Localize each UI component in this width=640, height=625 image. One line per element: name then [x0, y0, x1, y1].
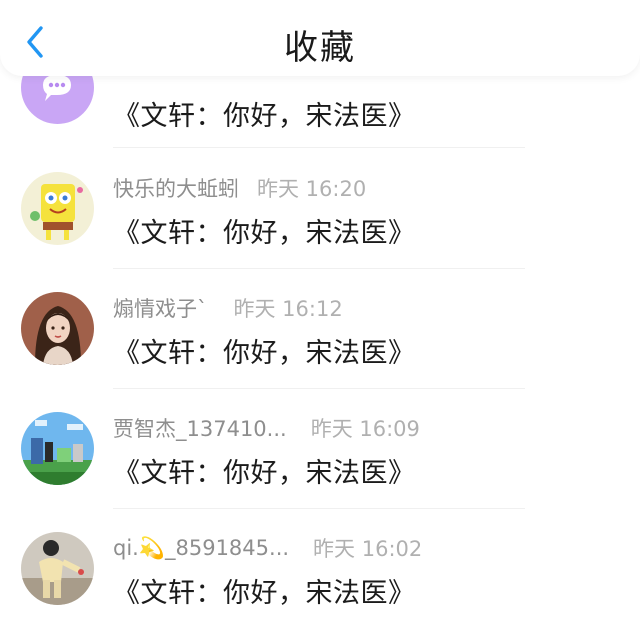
page-title: 收藏: [284, 28, 356, 68]
avatar[interactable]: [21, 412, 94, 485]
avatar[interactable]: [21, 292, 94, 365]
message-text[interactable]: 《文轩：你好，宋法医》: [113, 94, 416, 133]
timestamp: 昨天 16:02: [313, 537, 423, 561]
divider: [113, 268, 525, 269]
message-text[interactable]: 《文轩：你好，宋法医》: [113, 331, 416, 370]
timestamp: 昨天 16:12: [233, 297, 343, 321]
blocky-game-icon: [21, 412, 94, 485]
item-meta: qi.💫_8591845... 昨天 16:02: [113, 533, 422, 563]
list-item[interactable]: 贾智杰_137410... 昨天 16:09 《文轩：你好，宋法医》: [0, 407, 640, 527]
item-meta: 煽情戏子` 昨天 16:12: [113, 293, 343, 323]
favorites-page: 《文轩：你好，宋法医》 快乐的大蚯蚓 昨天 16:20 《文轩：你好，宋法医》 …: [0, 0, 640, 625]
item-meta: 贾智杰_137410... 昨天 16:09: [113, 413, 420, 443]
timestamp: 昨天 16:09: [310, 417, 420, 441]
list-item[interactable]: qi.💫_8591845... 昨天 16:02 《文轩：你好，宋法医》: [0, 527, 640, 625]
divider: [113, 147, 525, 148]
message-text[interactable]: 《文轩：你好，宋法医》: [113, 451, 416, 490]
avatar[interactable]: [21, 532, 94, 605]
message-text[interactable]: 《文轩：你好，宋法医》: [113, 571, 416, 610]
girl-portrait-icon: [21, 292, 94, 365]
divider: [113, 388, 525, 389]
sender-name[interactable]: 快乐的大蚯蚓: [113, 173, 239, 203]
top-nav-bar: 收藏: [0, 0, 640, 76]
avatar[interactable]: [21, 172, 94, 245]
sender-name[interactable]: 煽情戏子`: [113, 293, 208, 323]
sender-name[interactable]: qi.💫_8591845...: [113, 536, 289, 561]
timestamp: 昨天 16:20: [257, 177, 367, 201]
list-item[interactable]: 煽情戏子` 昨天 16:12 《文轩：你好，宋法医》: [0, 287, 640, 407]
item-meta: 快乐的大蚯蚓 昨天 16:20: [113, 173, 366, 203]
person-photo-icon: [21, 532, 94, 605]
divider: [113, 508, 525, 509]
list-item[interactable]: 快乐的大蚯蚓 昨天 16:20 《文轩：你好，宋法医》: [0, 167, 640, 287]
message-text[interactable]: 《文轩：你好，宋法医》: [113, 211, 416, 250]
sender-name[interactable]: 贾智杰_137410...: [113, 413, 287, 443]
sponge-character-icon: [21, 172, 94, 245]
